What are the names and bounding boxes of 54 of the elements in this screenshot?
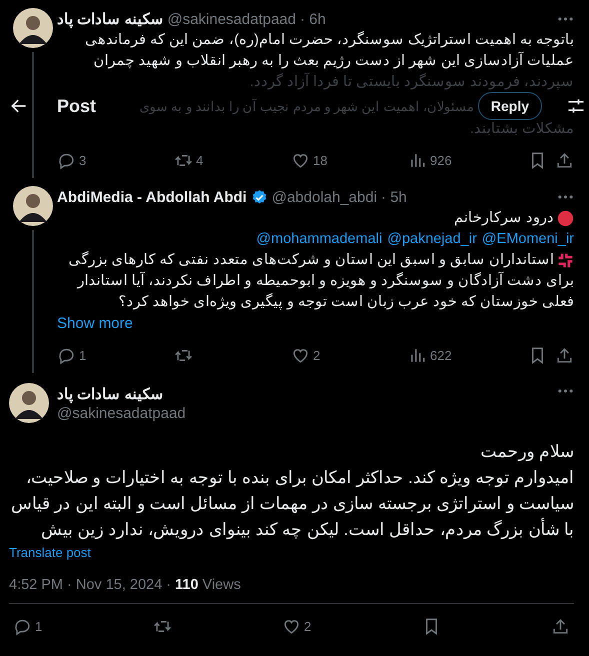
author-name[interactable]: AbdiMedia - Abdollah Abdi xyxy=(57,188,247,206)
more-options-icon[interactable] xyxy=(557,17,574,21)
post-text-line: با شأن بزرگ مردم، حداقل است. لیکن چه کند بینوای درویش، ندارد زین بیش xyxy=(40,520,574,539)
post-time[interactable]: · 5h xyxy=(381,188,407,206)
avatar-silhouette[interactable] xyxy=(13,8,53,48)
show-more-link[interactable]: Show more xyxy=(57,315,133,332)
reply-button[interactable]: 1 xyxy=(13,616,42,636)
more-options-icon[interactable] xyxy=(557,195,574,199)
avatar-silhouette[interactable] xyxy=(13,186,53,226)
post-text-line: امیدوارم توجه ویژه کند. حداکثر امکان برای بنده با توجه به اختیارات و صلاحیت، xyxy=(26,468,574,487)
post-text-line: استانداران سابق و اسبق این استان و شرکت‌های متعدد نفتی که کارهای بزرگی xyxy=(68,250,554,270)
translate-link[interactable]: Translate post xyxy=(9,545,91,560)
share-icon xyxy=(550,616,570,636)
mention-link[interactable]: @EMomeni_ir xyxy=(482,229,574,250)
share-button[interactable] xyxy=(555,346,574,364)
reply-button[interactable]: 3 xyxy=(57,150,174,170)
share-icon xyxy=(555,150,574,170)
avatar-silhouette[interactable] xyxy=(9,383,49,423)
post-text-line: فعلی خوزستان که خود عرب زبان است توجه و پیگیری ویژه‌ای خواهد کرد؟ xyxy=(118,292,574,312)
covered-text-line: سپردند، فرمودند سوسنگرد بایستی تا فردا آزاد گردد. xyxy=(250,74,574,90)
share-button[interactable] xyxy=(555,150,574,170)
more-options-icon[interactable] xyxy=(557,389,574,393)
author-name[interactable]: سکینه سادات پاد xyxy=(57,10,164,28)
views-label: Views xyxy=(202,577,241,593)
share-button[interactable] xyxy=(550,616,570,636)
views-button[interactable]: 926 xyxy=(408,150,525,170)
post-text-line: عملیات آزادسازی این شهر از دست رژیم بعث را به رهبر انقلاب و شهید چمران xyxy=(94,53,574,69)
author-handle[interactable]: @abdolah_abdi xyxy=(272,188,378,206)
reply-button[interactable]: Reply xyxy=(478,92,542,120)
circle-emoji-icon xyxy=(557,210,574,227)
covered-text-line: مشکلات بشتابند. xyxy=(470,121,574,137)
author-name[interactable]: سکینه سادات پاد xyxy=(57,384,186,402)
post-text-line: درود سرکارخانم xyxy=(454,209,554,228)
like-button[interactable]: 2 xyxy=(291,346,408,364)
anger-symbol-icon xyxy=(557,252,574,269)
page-title: Post xyxy=(57,96,96,116)
repost-button[interactable]: 4 xyxy=(174,150,291,170)
post-timestamp[interactable]: 4:52 PM · Nov 15, 2024 · xyxy=(9,577,171,593)
mention-link[interactable]: @paknejad_ir xyxy=(387,229,477,250)
mention-link[interactable]: @mohammademali xyxy=(256,229,382,250)
like-button[interactable]: 2 xyxy=(282,616,312,636)
like-button[interactable]: 18 xyxy=(291,150,408,170)
post-text-line: باتوجه به اهمیت استراتژیک سوسنگرد، حضرت امام(ره)، ضمن این که فرماندهی xyxy=(85,32,574,48)
post-text-line: برای دشت آزادگان و سوسنگرد و هویزه و ابوحمیطه و اطراف نکردند، آیا استاندار xyxy=(78,271,574,291)
views-button[interactable]: 622 xyxy=(408,346,525,364)
views-count: 110 xyxy=(175,577,198,593)
author-handle[interactable]: @sakinesadatpaad xyxy=(57,404,186,422)
post-time[interactable]: · 6h xyxy=(300,10,326,28)
covered-text-line: مسئولان، اهمیت این شهر و مردم نجیب آن را بدانند و به سوی xyxy=(138,98,474,114)
reply-button[interactable]: 1 xyxy=(57,346,174,364)
share-icon xyxy=(555,346,574,364)
post-text-line: سیاست و استراتژی برجسته سازی در مهمات از مسائل است و البته این در قیاس xyxy=(10,494,574,513)
post-text-line: سلام ورحمت xyxy=(480,442,574,461)
author-handle[interactable]: @sakinesadatpaad xyxy=(167,10,296,28)
